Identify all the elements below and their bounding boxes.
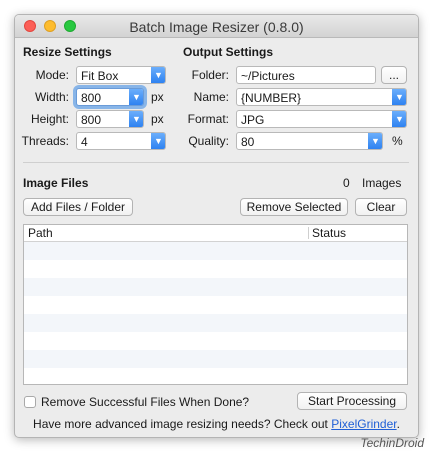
format-select[interactable]: JPG ▼ xyxy=(236,110,407,128)
app-window: Batch Image Resizer (0.8.0) Resize Setti… xyxy=(14,14,419,438)
start-processing-button[interactable]: Start Processing xyxy=(297,392,407,410)
height-unit: px xyxy=(151,112,164,126)
resize-settings-heading: Resize Settings xyxy=(23,45,112,59)
name-label: Name: xyxy=(193,90,229,104)
threads-label: Threads: xyxy=(21,134,69,148)
section-divider xyxy=(23,162,409,163)
table-row xyxy=(24,296,407,314)
title-bar: Batch Image Resizer (0.8.0) xyxy=(15,15,418,38)
width-label: Width: xyxy=(34,90,69,104)
table-row xyxy=(24,242,407,260)
image-files-table[interactable]: Path Status xyxy=(23,224,408,385)
mode-select[interactable]: Fit Box ▼ xyxy=(76,66,166,84)
watermark: TechinDroid xyxy=(360,436,424,450)
folder-value: ~/Pictures xyxy=(241,69,295,83)
threads-value: 4 xyxy=(81,135,88,149)
quality-unit: % xyxy=(392,134,403,148)
chevron-down-icon: ▼ xyxy=(151,133,165,149)
promo-text: Have more advanced image resizing needs?… xyxy=(33,417,328,431)
browse-folder-button[interactable]: ... xyxy=(381,66,407,84)
remove-selected-button[interactable]: Remove Selected xyxy=(240,198,348,216)
chevron-down-icon: ▼ xyxy=(392,111,406,127)
chevron-down-icon: ▼ xyxy=(368,133,382,149)
table-row xyxy=(24,368,407,384)
mode-value: Fit Box xyxy=(81,69,119,83)
chevron-down-icon: ▼ xyxy=(392,89,406,105)
remove-done-label[interactable]: Remove Successful Files When Done? xyxy=(41,395,249,409)
name-value: {NUMBER} xyxy=(241,91,302,105)
chevron-down-icon: ▼ xyxy=(129,89,143,105)
table-header: Path Status xyxy=(24,225,407,242)
chevron-down-icon: ▼ xyxy=(129,111,143,127)
width-value: 800 xyxy=(81,91,102,105)
chevron-down-icon: ▼ xyxy=(151,67,165,83)
width-unit: px xyxy=(151,90,164,104)
output-settings-heading: Output Settings xyxy=(183,45,273,59)
table-row xyxy=(24,260,407,278)
format-label: Format: xyxy=(187,112,229,126)
window-title: Batch Image Resizer (0.8.0) xyxy=(129,19,304,35)
promo-line: Have more advanced image resizing needs?… xyxy=(15,417,418,431)
table-row xyxy=(24,314,407,332)
add-files-folder-button[interactable]: Add Files / Folder xyxy=(23,198,133,216)
threads-select[interactable]: 4 ▼ xyxy=(76,132,166,150)
height-combo[interactable]: 800 ▼ xyxy=(76,110,144,128)
table-row xyxy=(24,278,407,296)
folder-label: Folder: xyxy=(191,68,229,82)
quality-label: Quality: xyxy=(188,134,229,148)
width-combo[interactable]: 800 ▼ xyxy=(76,88,144,106)
image-files-heading: Image Files xyxy=(23,176,89,190)
height-value: 800 xyxy=(81,113,102,127)
mode-label: Mode: xyxy=(35,68,69,82)
height-label: Height: xyxy=(30,112,69,126)
quality-combo[interactable]: 80 ▼ xyxy=(236,132,383,150)
remove-done-checkbox[interactable] xyxy=(24,396,36,408)
folder-field[interactable]: ~/Pictures xyxy=(236,66,376,84)
format-value: JPG xyxy=(241,113,265,127)
column-separator xyxy=(308,227,309,239)
pixelgrinder-link[interactable]: PixelGrinder xyxy=(331,417,396,431)
image-count-label: Images xyxy=(362,176,402,190)
table-row xyxy=(24,350,407,368)
column-header-path[interactable]: Path xyxy=(28,226,53,240)
promo-end: . xyxy=(396,417,400,431)
name-combo[interactable]: {NUMBER} ▼ xyxy=(236,88,407,106)
image-count: 0 xyxy=(343,176,350,190)
quality-value: 80 xyxy=(241,135,255,149)
table-row xyxy=(24,332,407,350)
column-header-status[interactable]: Status xyxy=(312,226,346,240)
clear-button[interactable]: Clear xyxy=(355,198,407,216)
